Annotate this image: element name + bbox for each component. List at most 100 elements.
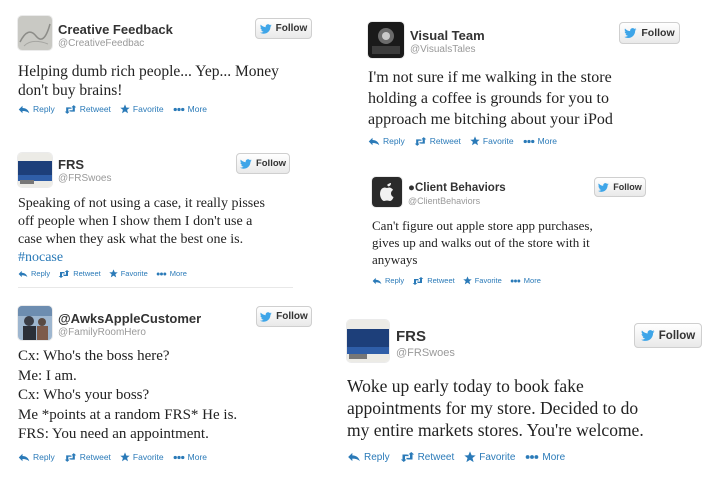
reply-label: Reply xyxy=(31,269,51,278)
favorite-action[interactable]: Favorite xyxy=(463,276,502,285)
tweet-text-line: holding a coffee is grounds for you to xyxy=(368,90,609,107)
avatar[interactable] xyxy=(372,177,402,207)
tweet-actions: Reply Retweet Favorite More xyxy=(18,104,207,114)
reply-action[interactable]: Reply xyxy=(18,452,55,462)
twitter-bird-icon xyxy=(260,312,272,322)
retweet-action[interactable]: Retweet xyxy=(412,276,455,285)
display-name[interactable]: ●Client Behaviors xyxy=(408,182,506,194)
follow-button[interactable]: Follow xyxy=(255,18,312,39)
avatar[interactable] xyxy=(18,153,52,187)
tweet-text: I'm not sure if me walking in the store … xyxy=(368,67,613,130)
tweet-text-line: Cx: Who's the boss here? xyxy=(18,348,170,364)
retweet-icon xyxy=(64,105,77,114)
display-name[interactable]: Visual Team xyxy=(410,28,485,43)
favorite-label: Favorite xyxy=(120,269,148,278)
tweet-card: ●Client Behaviors @ClientBehaviors Follo… xyxy=(372,177,672,292)
follow-label: Follow xyxy=(255,158,287,169)
star-icon xyxy=(120,452,130,462)
avatar[interactable] xyxy=(347,320,389,362)
user-handle[interactable]: @CreativeFeedbac xyxy=(58,38,144,49)
follow-label: Follow xyxy=(275,23,308,34)
favorite-action[interactable]: Favorite xyxy=(464,451,515,463)
retweet-action[interactable]: Retweet xyxy=(414,136,461,146)
reply-arrow-icon xyxy=(368,137,380,146)
tweet-text-line: Speaking of not using a case, it really … xyxy=(18,196,265,211)
favorite-action[interactable]: Favorite xyxy=(109,269,148,278)
more-dots-icon xyxy=(173,455,185,460)
favorite-action[interactable]: Favorite xyxy=(120,104,164,114)
tweet-text-line: gives up and walks out of the store with… xyxy=(372,235,590,250)
tweet-card: Creative Feedback @CreativeFeedbac Follo… xyxy=(18,16,318,120)
avatar[interactable] xyxy=(18,306,52,340)
retweet-label: Retweet xyxy=(429,136,461,146)
more-action[interactable]: More xyxy=(523,136,557,146)
tweet-text-line: my entire markets stores. You're welcome… xyxy=(347,420,644,440)
favorite-label: Favorite xyxy=(132,104,164,114)
star-icon xyxy=(464,451,476,463)
follow-button[interactable]: Follow xyxy=(236,153,290,174)
favorite-action[interactable]: Favorite xyxy=(470,136,514,146)
user-handle[interactable]: @VisualsTales xyxy=(410,44,476,55)
tweet-text-line: case when they ask what the best one is. xyxy=(18,232,244,247)
retweet-label: Retweet xyxy=(417,451,455,463)
avatar[interactable] xyxy=(18,16,52,50)
follow-label: Follow xyxy=(641,27,675,39)
user-handle[interactable]: @FRSwoes xyxy=(58,173,112,184)
reply-label: Reply xyxy=(383,136,405,146)
more-dots-icon xyxy=(523,139,535,144)
display-name[interactable]: @AwksAppleCustomer xyxy=(58,311,201,326)
reply-action[interactable]: Reply xyxy=(347,452,390,463)
follow-label: Follow xyxy=(276,311,308,322)
display-name[interactable]: Creative Feedback xyxy=(58,22,173,37)
favorite-label: Favorite xyxy=(132,452,164,462)
follow-button[interactable]: Follow xyxy=(634,323,702,348)
more-dots-icon xyxy=(173,107,185,112)
reply-label: Reply xyxy=(364,451,390,463)
user-handle[interactable]: @FRSwoes xyxy=(396,347,455,359)
retweet-action[interactable]: Retweet xyxy=(400,451,455,463)
reply-arrow-icon xyxy=(18,453,30,462)
tweet-actions: Reply Retweet Favorite More xyxy=(18,452,207,462)
reply-action[interactable]: Reply xyxy=(18,269,50,278)
reply-arrow-icon xyxy=(18,105,30,114)
more-label: More xyxy=(187,452,208,462)
more-label: More xyxy=(187,104,208,114)
retweet-action[interactable]: Retweet xyxy=(58,269,101,278)
reply-action[interactable]: Reply xyxy=(18,104,55,114)
hashtag-link[interactable]: #nocase xyxy=(18,249,265,267)
more-action[interactable]: More xyxy=(156,269,187,278)
twitter-bird-icon xyxy=(260,24,272,34)
follow-label: Follow xyxy=(613,182,642,192)
retweet-icon xyxy=(412,277,424,285)
follow-button[interactable]: Follow xyxy=(594,177,646,197)
more-action[interactable]: More xyxy=(173,104,207,114)
more-action[interactable]: More xyxy=(525,452,565,463)
more-action[interactable]: More xyxy=(510,276,541,285)
tweet-text-line: anyways xyxy=(372,252,418,267)
tweet-text: Woke up early today to book fake appoint… xyxy=(347,375,644,441)
tweet-text-line: Cx: Who's your boss? xyxy=(18,387,150,403)
tweet-actions: Reply Retweet Favorite More xyxy=(368,136,557,146)
retweet-action[interactable]: Retweet xyxy=(64,104,111,114)
favorite-action[interactable]: Favorite xyxy=(120,452,164,462)
follow-button[interactable]: Follow xyxy=(619,22,680,44)
star-icon xyxy=(109,269,118,278)
retweet-icon xyxy=(58,270,70,278)
reply-action[interactable]: Reply xyxy=(372,276,404,285)
tweet-text-line: FRS: You need an appointment. xyxy=(18,426,209,442)
reply-action[interactable]: Reply xyxy=(368,136,405,146)
retweet-action[interactable]: Retweet xyxy=(64,452,111,462)
user-handle[interactable]: @FamilyRoomHero xyxy=(58,327,146,338)
tweet-text-line: Helping dumb rich people... Yep... Money xyxy=(18,63,279,80)
avatar[interactable] xyxy=(368,22,404,58)
user-handle[interactable]: @ClientBehaviors xyxy=(408,196,480,206)
retweet-icon xyxy=(64,453,77,462)
more-action[interactable]: More xyxy=(173,452,207,462)
favorite-label: Favorite xyxy=(482,136,514,146)
display-name[interactable]: FRS xyxy=(396,328,426,345)
follow-button[interactable]: Follow xyxy=(256,306,312,327)
more-dots-icon xyxy=(156,272,167,276)
retweet-icon xyxy=(414,137,427,146)
retweet-label: Retweet xyxy=(427,276,455,285)
display-name[interactable]: FRS xyxy=(58,157,84,172)
